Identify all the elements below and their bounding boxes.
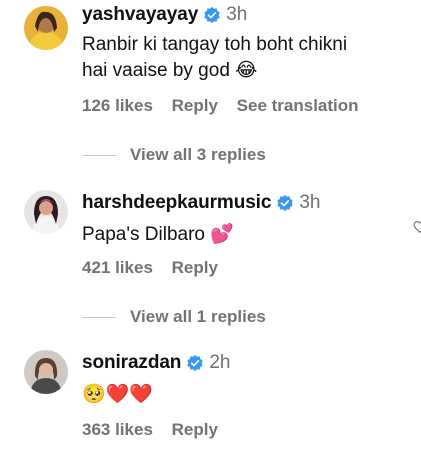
comment-text-line: hai vaaise by god 😂 (82, 58, 401, 84)
comment-username[interactable]: harshdeepkaurmusic (82, 192, 271, 214)
verified-badge-icon (204, 6, 220, 24)
reply-button[interactable]: Reply (172, 96, 218, 115)
comment-timestamp[interactable]: 2h (209, 352, 230, 374)
verified-badge-icon (277, 194, 293, 212)
likes-count[interactable]: 126 likes (82, 96, 153, 115)
heart-icon[interactable] (413, 220, 421, 234)
comment-timestamp[interactable]: 3h (299, 192, 320, 214)
pleading-hearts-emoji: 🥺❤️❤️ (82, 384, 153, 405)
verified-badge-icon (187, 354, 203, 372)
comment-actions: 363 likes Reply (82, 420, 232, 440)
comment-username[interactable]: yashvayayay (82, 4, 198, 26)
avatar[interactable] (24, 350, 68, 394)
view-replies-label: View all 1 replies (130, 307, 266, 326)
avatar[interactable] (24, 190, 68, 234)
two-hearts-emoji: 💕 (210, 224, 234, 245)
comment-text: 🥺❤️❤️ (82, 382, 401, 408)
likes-count[interactable]: 421 likes (82, 258, 153, 277)
reply-button[interactable]: Reply (172, 258, 218, 277)
comment-text-line: Ranbir ki tangay toh boht chikni (82, 34, 348, 55)
comment-text-fragment: Papa's Dilbaro (82, 224, 205, 246)
likes-count[interactable]: 363 likes (82, 420, 153, 439)
laughing-emoji: 😂 (235, 60, 258, 81)
comment-username[interactable]: sonirazdan (82, 352, 181, 374)
see-translation-button[interactable]: See translation (237, 96, 359, 115)
divider (82, 154, 116, 156)
divider (82, 316, 116, 318)
comment-actions: 126 likes Reply See translation (82, 96, 373, 116)
comment-text-fragment: hai vaaise by god (82, 60, 230, 82)
comment-actions: 421 likes Reply (82, 258, 232, 278)
avatar[interactable] (24, 6, 68, 50)
comment-timestamp[interactable]: 3h (226, 4, 247, 26)
comment-text: Papa's Dilbaro 💕 (82, 222, 401, 248)
reply-button[interactable]: Reply (172, 420, 218, 439)
view-replies-button[interactable]: View all 3 replies (82, 145, 266, 165)
comment-text: Ranbir ki tangay toh boht chikni hai vaa… (82, 32, 401, 84)
view-replies-button[interactable]: View all 1 replies (82, 307, 266, 327)
view-replies-label: View all 3 replies (130, 145, 266, 164)
